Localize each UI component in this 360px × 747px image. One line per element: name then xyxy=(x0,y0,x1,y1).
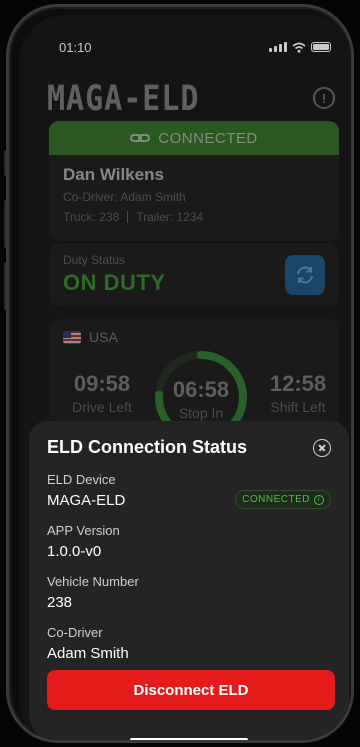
co-driver-value: Adam Smith xyxy=(47,645,129,662)
co-driver-label: Co-Driver: xyxy=(63,190,118,204)
co-driver-label: Co-Driver xyxy=(47,625,103,640)
info-icon[interactable]: ! xyxy=(313,87,335,109)
shift-left-timer: 12:58 Shift Left xyxy=(253,371,343,415)
duty-status-card: Duty Status ON DUTY xyxy=(49,243,339,307)
close-icon[interactable] xyxy=(313,438,331,457)
vehicle-number-field: Vehicle Number 238 xyxy=(47,574,331,611)
screen: 01:10 MAGA-ELD ! CONNECTED Dan Wilkens C… xyxy=(19,15,351,740)
us-flag-icon xyxy=(63,330,81,344)
disconnect-eld-button[interactable]: Disconnect ELD xyxy=(47,670,335,710)
vehicle-number-value: 238 xyxy=(47,594,73,611)
connection-status-bar[interactable]: CONNECTED xyxy=(49,121,339,155)
drive-left-timer: 09:58 Drive Left xyxy=(57,371,147,415)
divider xyxy=(127,211,129,223)
co-driver-name: Adam Smith xyxy=(120,190,186,204)
driver-card: Dan Wilkens Co-Driver: Adam Smith Truck:… xyxy=(49,155,339,241)
status-icons xyxy=(269,42,331,53)
signal-icon xyxy=(269,42,287,52)
refresh-icon xyxy=(297,266,313,284)
eld-device-field: ELD Device MAGA-ELD CONNECTED i xyxy=(47,472,331,509)
home-indicator[interactable] xyxy=(130,738,248,740)
truck-number: Truck: 238 xyxy=(63,210,120,224)
app-version-label: APP Version xyxy=(47,523,120,538)
connection-status-label: CONNECTED xyxy=(158,129,258,147)
eld-device-value: MAGA-ELD xyxy=(47,492,126,509)
stop-in-timer: 06:58 Stop In xyxy=(156,377,246,421)
connected-status-badge[interactable]: CONNECTED i xyxy=(235,490,331,509)
vehicle-number-label: Vehicle Number xyxy=(47,574,139,589)
country-row: USA xyxy=(63,329,325,345)
drive-left-label: Drive Left xyxy=(72,399,132,415)
app-title: MAGA-ELD xyxy=(47,79,200,120)
shift-left-label: Shift Left xyxy=(270,399,326,415)
sheet-title: ELD Connection Status xyxy=(47,437,248,457)
battery-icon xyxy=(311,42,331,52)
link-icon xyxy=(130,134,151,142)
eld-connection-sheet: ELD Connection Status ELD Device MAGA-EL… xyxy=(29,421,349,740)
eld-device-label: ELD Device xyxy=(47,472,116,487)
sheet-header: ELD Connection Status xyxy=(47,437,331,458)
trailer-number: Trailer: 1234 xyxy=(136,210,204,224)
stop-in-time: 06:58 xyxy=(172,377,230,402)
app-version-field: APP Version 1.0.0-v0 xyxy=(47,523,331,560)
status-bar: 01:10 xyxy=(59,37,331,57)
driver-name: Dan Wilkens xyxy=(63,165,164,184)
eld-device-row: MAGA-ELD CONNECTED i xyxy=(47,487,331,509)
co-driver-line: Co-Driver: Adam Smith xyxy=(63,190,325,204)
country-label: USA xyxy=(89,329,118,345)
status-time: 01:10 xyxy=(59,39,92,55)
shift-left-time: 12:58 xyxy=(269,371,327,396)
drive-left-time: 09:58 xyxy=(73,371,131,396)
status-badge-label: CONNECTED xyxy=(242,494,310,505)
change-status-button[interactable] xyxy=(285,255,325,295)
truck-trailer-line: Truck: 238 Trailer: 1234 xyxy=(63,210,325,224)
wifi-icon xyxy=(292,42,306,53)
stop-in-label: Stop In xyxy=(178,405,224,421)
phone-frame: 01:10 MAGA-ELD ! CONNECTED Dan Wilkens C… xyxy=(6,4,354,743)
app-version-value: 1.0.0-v0 xyxy=(47,543,102,560)
co-driver-field: Co-Driver Adam Smith xyxy=(47,625,331,662)
info-icon: i xyxy=(314,494,324,505)
